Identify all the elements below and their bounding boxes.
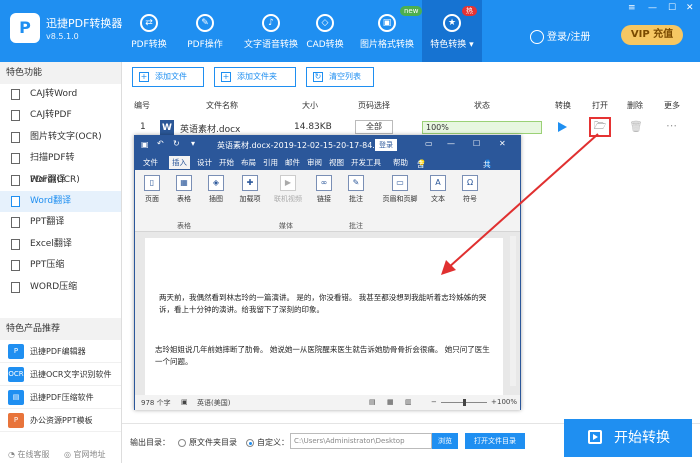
annotation-arrow: [441, 133, 599, 275]
arrow-shaft: [447, 133, 599, 269]
